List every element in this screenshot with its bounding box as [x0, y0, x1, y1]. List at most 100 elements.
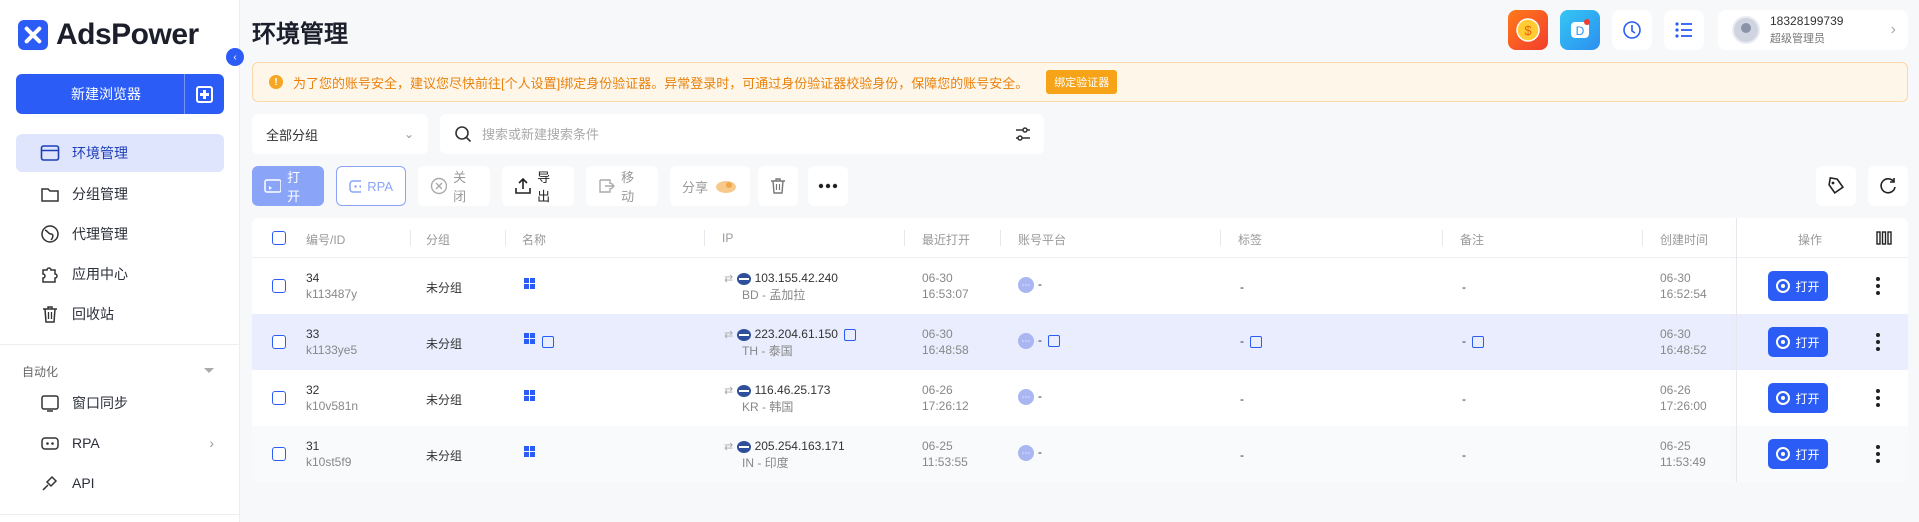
column-divider: [704, 230, 705, 246]
platform-value: -: [1038, 277, 1042, 292]
share-button[interactable]: 分享: [670, 166, 750, 206]
search-input[interactable]: [482, 126, 1044, 142]
row-more-icon[interactable]: [1876, 333, 1880, 351]
sync-status-button[interactable]: [1612, 10, 1652, 50]
sidebar-item-label: 环境管理: [72, 145, 128, 161]
search-bar[interactable]: [440, 114, 1044, 154]
ip-cell: ⇄ 103.155.42.240 BD - 孟加拉: [724, 270, 838, 303]
platform-value: -: [1038, 333, 1042, 348]
platform-more-icon[interactable]: ⋯: [1018, 277, 1034, 293]
column-header-ip[interactable]: IP: [722, 231, 733, 245]
profile-number: 34: [306, 271, 320, 285]
plus-square-icon: [196, 85, 213, 103]
chevron-down-icon[interactable]: [204, 368, 214, 373]
filter-sliders-icon[interactable]: [1014, 126, 1032, 142]
refresh-button[interactable]: [1868, 166, 1908, 206]
profile-number: 32: [306, 383, 320, 397]
ip-cell: ⇄ 116.46.25.173 KR - 韩国: [724, 382, 830, 415]
column-header-platform[interactable]: 账号平台: [1018, 231, 1066, 248]
refresh-icon: [1880, 178, 1896, 194]
sidebar-item-label: API: [72, 475, 95, 491]
column-header-note[interactable]: 备注: [1460, 231, 1484, 248]
move-button[interactable]: 移动: [586, 166, 658, 206]
group-select[interactable]: 全部分组 ⌄: [252, 114, 428, 154]
app-promo-button[interactable]: D: [1560, 10, 1600, 50]
table-row[interactable]: 32 k10v581n 未分组 ⇄ 116.46.25.173 KR - 韩国 …: [252, 370, 1908, 426]
row-checkbox[interactable]: [272, 279, 286, 293]
platform-more-icon[interactable]: ⋯: [1018, 333, 1034, 349]
note-cell: -: [1462, 334, 1484, 348]
last-open-time: 16:48:58: [922, 343, 969, 357]
select-all-checkbox[interactable]: [272, 231, 286, 245]
batch-add-button[interactable]: [184, 74, 224, 114]
name-cell: [524, 333, 554, 348]
table-row[interactable]: 33 k1133ye5 未分组 ⇄ 223.204.61.150 TH - 泰国…: [252, 314, 1908, 370]
security-warning-banner: ! 为了您的账号安全，建议您尽快前往[个人设置]绑定身份验证器。异常登录时，可通…: [252, 62, 1908, 102]
last-open-time: 11:53:55: [922, 455, 968, 469]
close-button[interactable]: 关闭: [418, 166, 490, 206]
row-checkbox[interactable]: [272, 335, 286, 349]
swap-icon: ⇄: [724, 273, 734, 285]
delete-button[interactable]: [758, 166, 798, 206]
sidebar-divider: [0, 514, 240, 515]
sidebar-item-profiles[interactable]: 环境管理: [16, 134, 224, 172]
row-checkbox[interactable]: [272, 391, 286, 405]
ip-address: 223.204.61.150: [754, 327, 838, 341]
column-header-last-open[interactable]: 最近打开: [922, 231, 970, 248]
last-open-cell: 06-26 17:26:12: [922, 382, 969, 414]
edit-icon[interactable]: [1472, 335, 1484, 348]
row-more-icon[interactable]: [1876, 277, 1880, 295]
platform-more-icon[interactable]: ⋯: [1018, 445, 1034, 461]
coin-promo-button[interactable]: $: [1508, 10, 1548, 50]
sidebar-item-api[interactable]: API: [16, 464, 224, 502]
user-menu[interactable]: 18328199739 超级管理员 ›: [1718, 10, 1908, 50]
row-checkbox[interactable]: [272, 447, 286, 461]
sidebar-item-rpa[interactable]: RPA ›: [16, 424, 224, 462]
browser-window-icon: [40, 143, 60, 163]
column-header-name[interactable]: 名称: [522, 231, 546, 248]
table-row[interactable]: 31 k10st5f9 未分组 ⇄ 205.254.163.171 IN - 印…: [252, 426, 1908, 482]
row-more-icon[interactable]: [1876, 389, 1880, 407]
column-header-group[interactable]: 分组: [426, 231, 450, 248]
tag-icon: [1828, 176, 1845, 195]
proxy-flag-icon: [736, 272, 751, 285]
platform-more-icon[interactable]: ⋯: [1018, 389, 1034, 405]
edit-icon[interactable]: [1250, 335, 1262, 348]
table-row[interactable]: 34 k113487y 未分组 ⇄ 103.155.42.240 BD - 孟加…: [252, 258, 1908, 314]
edit-icon[interactable]: [1048, 335, 1060, 347]
row-open-button[interactable]: 打开: [1768, 327, 1828, 357]
swap-icon: ⇄: [724, 441, 734, 453]
share-label: 分享: [682, 179, 709, 195]
column-header-id[interactable]: 编号/ID: [306, 231, 345, 248]
last-open-cell: 06-30 16:53:07: [922, 270, 969, 302]
sidebar-item-window-sync[interactable]: 窗口同步: [16, 384, 224, 422]
rpa-button[interactable]: RPA: [336, 166, 406, 206]
profile-id: k1133ye5: [306, 343, 358, 357]
sidebar-item-apps[interactable]: 应用中心: [16, 255, 224, 293]
row-open-button[interactable]: 打开: [1768, 439, 1828, 469]
sidebar-item-trash[interactable]: 回收站: [16, 295, 224, 333]
new-browser-button[interactable]: 新建浏览器: [16, 74, 224, 114]
row-more-icon[interactable]: [1876, 445, 1880, 463]
column-header-tags[interactable]: 标签: [1238, 231, 1262, 248]
export-button[interactable]: 导出: [502, 166, 574, 206]
banner-message: 为了您的账号安全，建议您尽快前往[个人设置]绑定身份验证器。异常登录时，可通过身…: [293, 75, 1029, 91]
sidebar-item-label: 应用中心: [72, 266, 128, 282]
row-open-button[interactable]: 打开: [1768, 271, 1828, 301]
sidebar-item-groups[interactable]: 分组管理: [16, 175, 224, 213]
move-icon: [599, 179, 615, 193]
bind-authenticator-button[interactable]: 绑定验证器: [1046, 70, 1118, 94]
open-button[interactable]: 打开: [252, 166, 324, 206]
column-header-created[interactable]: 创建时间: [1660, 231, 1708, 248]
more-actions-button[interactable]: [808, 166, 848, 206]
row-open-button[interactable]: 打开: [1768, 383, 1828, 413]
collapse-sidebar-button[interactable]: ‹: [226, 48, 244, 66]
edit-icon[interactable]: [542, 335, 554, 348]
edit-icon[interactable]: [843, 328, 856, 341]
profile-id-cell: 32 k10v581n: [306, 382, 358, 414]
sidebar-item-proxies[interactable]: 代理管理: [16, 215, 224, 253]
tag-manage-button[interactable]: [1816, 166, 1856, 206]
column-settings-icon[interactable]: [1876, 230, 1892, 246]
task-list-button[interactable]: [1664, 10, 1704, 50]
note-value: -: [1462, 334, 1466, 348]
